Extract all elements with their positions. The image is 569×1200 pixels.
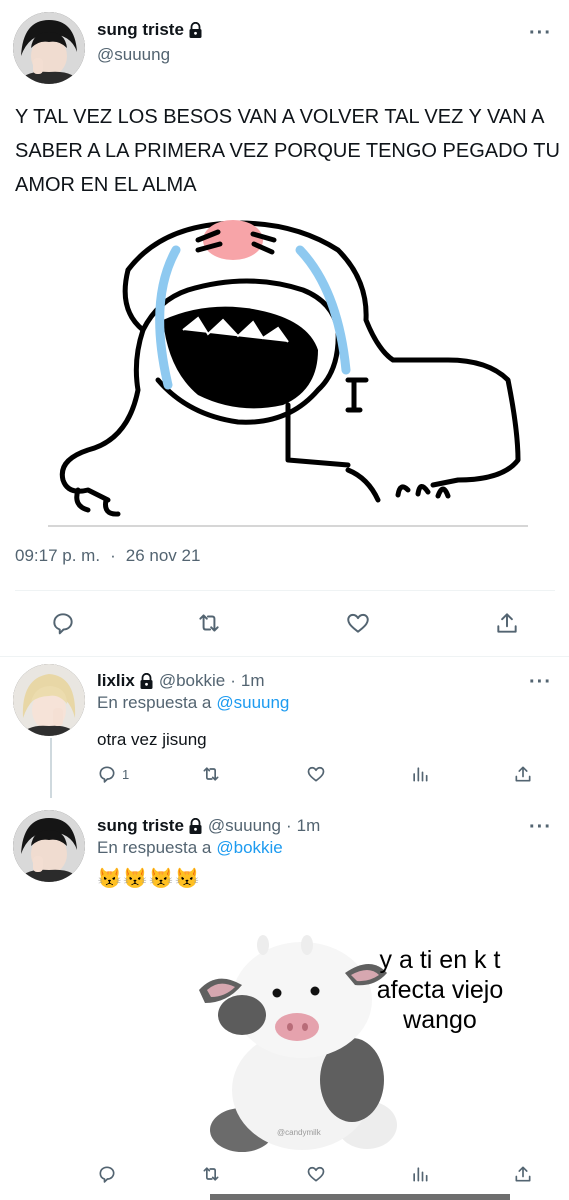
handle[interactable]: @suuung bbox=[208, 816, 281, 836]
heart-icon bbox=[307, 766, 325, 782]
handle[interactable]: @suuung bbox=[97, 45, 203, 65]
like-button[interactable] bbox=[305, 764, 327, 784]
retweet-icon bbox=[203, 767, 219, 781]
like-button[interactable] bbox=[305, 1164, 327, 1184]
retweet-icon bbox=[199, 614, 219, 632]
share-icon bbox=[515, 1166, 531, 1182]
retweet-button[interactable] bbox=[200, 1164, 222, 1184]
share-button[interactable] bbox=[513, 764, 533, 784]
avatar[interactable] bbox=[13, 12, 85, 84]
time[interactable]: 1m bbox=[241, 671, 265, 691]
reply-icon bbox=[53, 613, 73, 635]
analytics-button[interactable] bbox=[410, 764, 430, 784]
heart-icon bbox=[347, 613, 369, 633]
tweet-text: Y TAL VEZ LOS BESOS VAN A VOLVER TAL VEZ… bbox=[15, 106, 560, 196]
reply-icon bbox=[99, 766, 115, 783]
timestamp[interactable]: 09:17 p. m. · 26 nov 21 bbox=[15, 546, 200, 566]
like-button[interactable] bbox=[345, 610, 371, 636]
display-name[interactable]: sung triste bbox=[97, 20, 203, 40]
heart-icon bbox=[307, 1166, 325, 1182]
reply-context: En respuesta a @bokkie bbox=[97, 838, 283, 858]
more-icon[interactable]: ··· bbox=[529, 22, 552, 45]
avatar-photo bbox=[13, 810, 85, 882]
more-icon[interactable]: ··· bbox=[529, 816, 552, 839]
meme-caption: y a ti en k t afecta viejo wango bbox=[376, 946, 504, 1034]
handle[interactable]: @bokkie bbox=[159, 671, 225, 691]
reply-media-image[interactable]: y a ti en k t afecta viejo wango @candym… bbox=[187, 915, 523, 1155]
avatar[interactable] bbox=[13, 664, 85, 736]
reply-text: otra vez jisung bbox=[97, 730, 207, 749]
reply-button[interactable] bbox=[50, 610, 76, 636]
reply-icon bbox=[99, 1166, 115, 1183]
divider bbox=[0, 656, 569, 657]
share-button[interactable] bbox=[494, 610, 520, 636]
retweet-icon bbox=[203, 1167, 219, 1181]
avatar-photo bbox=[13, 12, 85, 84]
thread-line bbox=[50, 738, 52, 798]
analytics-icon bbox=[413, 767, 428, 782]
display-name[interactable]: lixlix bbox=[97, 671, 154, 691]
display-name[interactable]: sung triste bbox=[97, 816, 203, 836]
lock-icon bbox=[189, 818, 202, 834]
separator: · bbox=[285, 816, 292, 835]
reply-text: 😾😾😾😾 bbox=[97, 868, 201, 890]
divider bbox=[15, 590, 555, 591]
reply-button[interactable] bbox=[97, 1164, 117, 1184]
mention-link[interactable]: @suuung bbox=[216, 693, 289, 713]
reply-header: lixlix @bokkie · 1m bbox=[97, 671, 265, 691]
separator: · bbox=[230, 671, 236, 690]
avatar[interactable] bbox=[13, 810, 85, 882]
lock-icon bbox=[140, 673, 153, 689]
tweet-media-image[interactable] bbox=[48, 210, 528, 530]
reply-context: En respuesta a @suuung bbox=[97, 693, 290, 713]
analytics-button[interactable] bbox=[410, 1164, 430, 1184]
author-block: sung triste @suuung bbox=[97, 20, 203, 65]
time[interactable]: 1m bbox=[297, 816, 321, 836]
reply-header: sung triste @suuung · 1m bbox=[97, 816, 320, 836]
share-icon bbox=[515, 766, 531, 782]
analytics-icon bbox=[413, 1167, 428, 1182]
crying-creature-drawing bbox=[48, 220, 528, 527]
lock-icon bbox=[189, 22, 202, 38]
mention-link[interactable]: @bokkie bbox=[216, 838, 282, 858]
share-icon bbox=[497, 613, 517, 633]
image-watermark: @candymilk bbox=[277, 1128, 321, 1137]
reply-count: 1 bbox=[122, 766, 130, 782]
avatar-photo bbox=[13, 664, 85, 736]
retweet-button[interactable] bbox=[200, 764, 222, 784]
share-button[interactable] bbox=[513, 1164, 533, 1184]
next-media-preview bbox=[210, 1194, 510, 1200]
retweet-button[interactable] bbox=[195, 610, 223, 636]
more-icon[interactable]: ··· bbox=[529, 671, 552, 694]
reply-button[interactable]: 1 bbox=[97, 764, 129, 784]
